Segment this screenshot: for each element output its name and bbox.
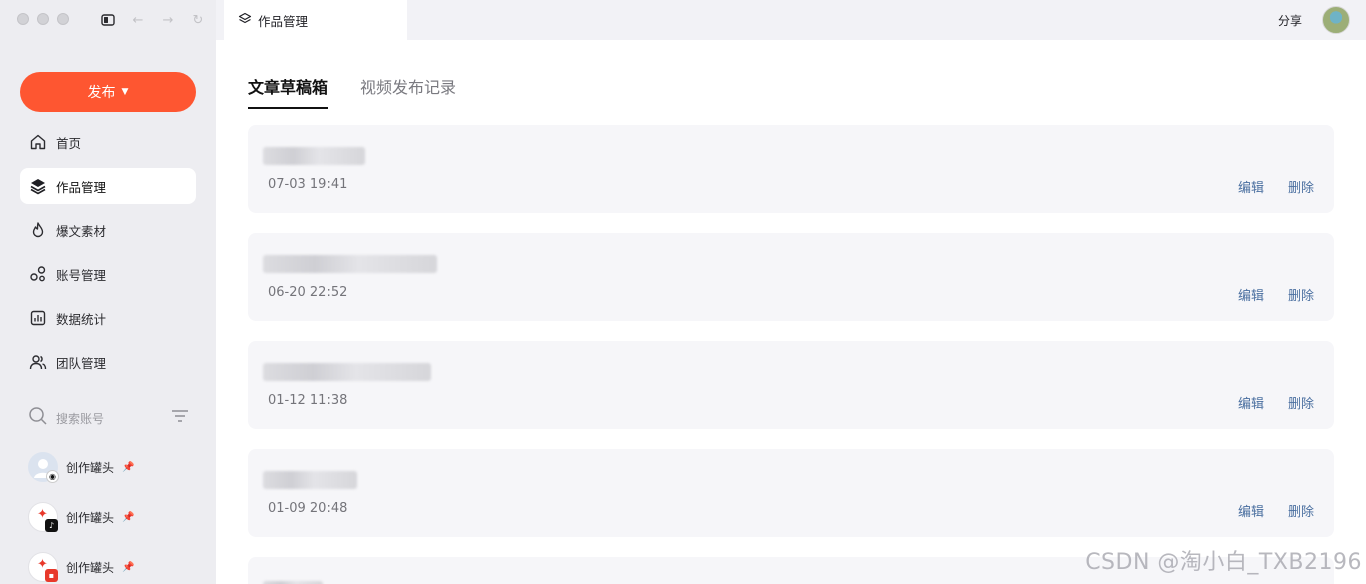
draft-actions: 编辑 删除 <box>1238 501 1314 520</box>
delete-button[interactable]: 删除 <box>1288 285 1314 304</box>
avatar: ✦ ♪ <box>28 502 58 532</box>
draft-actions: 编辑 删除 <box>1238 285 1314 304</box>
pin-icon[interactable]: 📌 <box>122 512 134 523</box>
account-name: 创作罐头 <box>66 510 115 525</box>
account-name: 创作罐头 <box>66 460 115 475</box>
draft-actions: 编辑 删除 <box>1238 177 1314 196</box>
accounts-icon <box>28 264 48 284</box>
delete-button[interactable]: 删除 <box>1288 177 1314 196</box>
watermark: CSDN @淘小白_TXB2196 <box>1085 550 1362 575</box>
fire-icon <box>28 220 48 240</box>
sidebar-item-label: 数据统计 <box>56 311 107 327</box>
list-item[interactable]: 07-03 19:41 编辑 删除 <box>248 125 1334 213</box>
publish-button-label: 发布 <box>87 85 116 101</box>
sidebar-item-stats[interactable]: 数据统计 <box>20 300 196 336</box>
account-search[interactable]: 搜索账号 <box>28 406 190 430</box>
draft-date: 01-12 11:38 <box>268 393 348 408</box>
home-icon <box>28 132 48 152</box>
account-name: 创作罐头 <box>66 560 115 575</box>
avatar: ✦ ▪ <box>28 552 58 582</box>
back-arrow-icon[interactable]: ← <box>130 12 146 28</box>
sidebar: ← → ↻ 发布 ▼ 首页 作品管理 爆文素材 账号管理 数据统计 团队管理 搜… <box>0 0 216 584</box>
tab-article-drafts[interactable]: 文章草稿箱 <box>248 74 329 109</box>
edit-button[interactable]: 编辑 <box>1238 501 1264 520</box>
layers-icon <box>28 176 48 196</box>
tab-title: 作品管理 <box>258 13 309 29</box>
list-item[interactable]: 06-20 22:52 编辑 删除 <box>248 233 1334 321</box>
content-tabs: 文章草稿箱 视频发布记录 <box>248 74 456 109</box>
window-controls <box>17 13 69 25</box>
main-content: 文章草稿箱 视频发布记录 07-03 19:41 编辑 删除 06-20 22:… <box>216 40 1366 584</box>
sidebar-item-materials[interactable]: 爆文素材 <box>20 212 196 248</box>
sidebar-item-label: 团队管理 <box>56 355 107 371</box>
sidebar-nav: 首页 作品管理 爆文素材 账号管理 数据统计 团队管理 <box>20 124 196 388</box>
search-input[interactable]: 搜索账号 <box>56 410 162 427</box>
forward-arrow-icon[interactable]: → <box>160 12 176 28</box>
tiktok-badge-icon: ♪ <box>45 519 58 532</box>
platform-badge-icon: ◉ <box>46 470 59 483</box>
caret-down-icon: ▼ <box>121 87 129 97</box>
sidebar-item-label: 作品管理 <box>56 179 107 195</box>
draft-date: 01-09 20:48 <box>268 501 348 516</box>
redacted-title <box>263 255 437 273</box>
pin-icon[interactable]: 📌 <box>122 562 134 573</box>
toutiao-badge-icon: ▪ <box>45 569 58 582</box>
redacted-title <box>263 471 357 489</box>
refresh-icon[interactable]: ↻ <box>190 12 206 28</box>
team-icon <box>28 352 48 372</box>
sidebar-item-accounts[interactable]: 账号管理 <box>20 256 196 292</box>
account-list: ◉ 创作罐头 📌 ✦ ♪ 创作罐头 📌 ✦ ▪ 创作罐头 📌 <box>28 442 198 584</box>
browser-nav: ← → ↻ <box>100 12 206 28</box>
redacted-title <box>263 147 365 165</box>
edit-button[interactable]: 编辑 <box>1238 177 1264 196</box>
sidebar-item-label: 首页 <box>56 135 82 151</box>
filter-icon[interactable] <box>170 408 190 428</box>
publish-button[interactable]: 发布 ▼ <box>20 72 196 112</box>
edit-button[interactable]: 编辑 <box>1238 285 1264 304</box>
topbar-actions: 分享 <box>1278 6 1350 34</box>
share-button[interactable]: 分享 <box>1278 12 1302 29</box>
draft-list: 07-03 19:41 编辑 删除 06-20 22:52 编辑 删除 01-1… <box>248 125 1334 584</box>
sidebar-item-home[interactable]: 首页 <box>20 124 196 160</box>
draft-actions: 编辑 删除 <box>1238 393 1314 412</box>
tab-video-records[interactable]: 视频发布记录 <box>360 74 456 109</box>
draft-date: 07-03 19:41 <box>268 177 348 192</box>
pin-icon[interactable]: 📌 <box>122 462 134 473</box>
account-item[interactable]: ✦ ♪ 创作罐头 📌 <box>28 492 198 542</box>
sidebar-item-label: 账号管理 <box>56 267 107 283</box>
zoom-window-button[interactable] <box>57 13 69 25</box>
minimize-window-button[interactable] <box>37 13 49 25</box>
sidebar-item-label: 爆文素材 <box>56 223 107 239</box>
close-window-button[interactable] <box>17 13 29 25</box>
delete-button[interactable]: 删除 <box>1288 393 1314 412</box>
draft-date: 06-20 22:52 <box>268 285 348 300</box>
sidebar-item-team[interactable]: 团队管理 <box>20 344 196 380</box>
redacted-title <box>263 363 431 381</box>
sidebar-item-works[interactable]: 作品管理 <box>20 168 196 204</box>
avatar: ◉ <box>28 452 59 483</box>
delete-button[interactable]: 删除 <box>1288 501 1314 520</box>
search-icon <box>28 406 48 430</box>
account-item[interactable]: ✦ ▪ 创作罐头 📌 <box>28 542 198 584</box>
edit-button[interactable]: 编辑 <box>1238 393 1264 412</box>
sidebar-toggle-icon[interactable] <box>100 12 116 28</box>
chart-icon <box>28 308 48 328</box>
user-avatar[interactable] <box>1322 6 1350 34</box>
layers-outline-icon <box>238 12 252 29</box>
tab-works-management[interactable]: 作品管理 <box>224 0 407 40</box>
account-item[interactable]: ◉ 创作罐头 📌 <box>28 442 198 492</box>
list-item[interactable]: 01-09 20:48 编辑 删除 <box>248 449 1334 537</box>
list-item[interactable]: 01-12 11:38 编辑 删除 <box>248 341 1334 429</box>
